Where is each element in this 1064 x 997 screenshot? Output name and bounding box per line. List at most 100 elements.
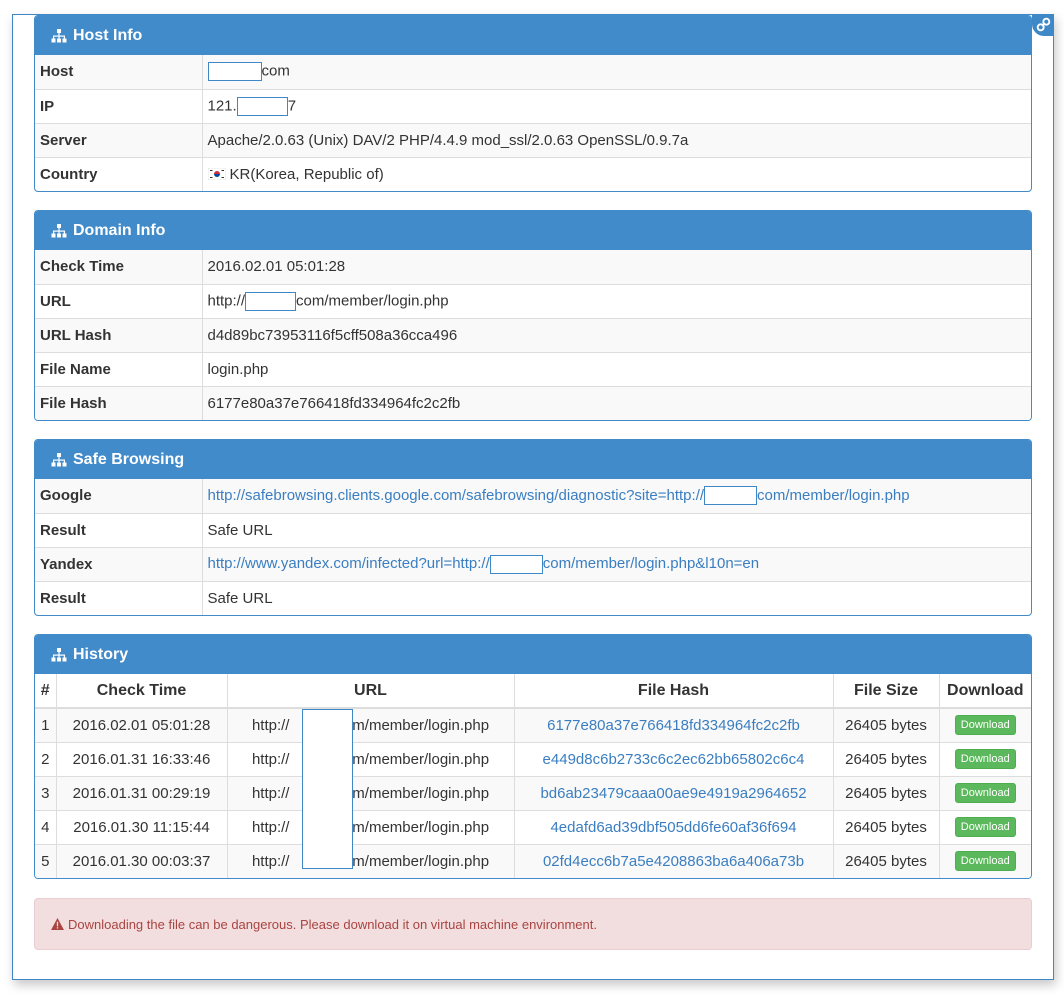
download-button[interactable]: Download — [954, 783, 1016, 803]
table-row: 4 2016.01.30 11:15:44 http:// com/member/… — [35, 809, 1031, 844]
url-prefix: http:// — [251, 852, 290, 870]
server-label: Server — [35, 122, 203, 157]
row-number: 2 — [35, 741, 56, 776]
table-row: Check Time 2016.02.01 05:01:28 — [35, 250, 1031, 284]
table-row: Server Apache/2.0.63 (Unix) DAV/2 PHP/4.… — [35, 122, 1031, 157]
google-result-label: Result — [35, 512, 203, 547]
row-file-size: 26405 bytes — [832, 707, 939, 742]
row-check-time: 2016.01.31 16:33:46 — [55, 741, 227, 776]
domain-info-table: Check Time 2016.02.01 05:01:28 URL http:… — [35, 250, 1031, 420]
history-header-row: # Check Time URL File Hash File Size Dow… — [35, 674, 1031, 709]
row-file-hash: 6177e80a37e766418fd334964fc2c2fb — [513, 707, 833, 742]
google-link-suffix: com/member/login.php — [757, 486, 910, 504]
file-hash-link[interactable]: e449d8c6b2733c6c2ec62bb65802c6c4 — [543, 751, 805, 768]
host-info-panel: Host Info Host com IP 121. 7 Server Apach… — [34, 15, 1032, 192]
file-hash-link[interactable]: 02fd4ecc6b7a5e4208863ba6a406a73b — [543, 853, 804, 870]
host-suffix: com — [261, 62, 290, 80]
row-check-time: 2016.02.01 05:01:28 — [55, 707, 227, 742]
domain-info-title: Domain Info — [73, 221, 166, 239]
sitemap-icon — [51, 452, 67, 466]
row-url: http:// com/member/login.php — [226, 809, 514, 844]
safe-browsing-panel: Safe Browsing Google http://safebrowsing… — [34, 439, 1032, 616]
table-row: Yandex http://www.yandex.com/infected?ur… — [35, 546, 1031, 581]
row-download: Download — [938, 707, 1031, 742]
row-check-time: 2016.01.31 00:29:19 — [55, 775, 227, 810]
url-prefix: http:// — [207, 291, 246, 309]
col-number: # — [35, 674, 56, 709]
download-button[interactable]: Download — [954, 851, 1016, 872]
download-button[interactable]: Download — [954, 817, 1016, 837]
check-time-value: 2016.02.01 05:01:28 — [202, 250, 1031, 284]
file-hash-label: File Hash — [35, 385, 203, 420]
safe-browsing-table: Google http://safebrowsing.clients.googl… — [35, 479, 1031, 615]
sitemap-icon — [51, 223, 67, 237]
sitemap-icon — [51, 28, 67, 42]
col-url: URL — [226, 674, 514, 709]
row-number: 1 — [35, 707, 56, 742]
col-file-hash: File Hash — [513, 674, 833, 709]
file-hash-link[interactable]: 6177e80a37e766418fd334964fc2c2fb — [547, 717, 800, 734]
link-icon — [1036, 17, 1051, 32]
url-suffix: com/member/login.php — [336, 784, 490, 802]
country-text: KR(Korea, Republic of) — [229, 165, 384, 183]
row-file-hash: bd6ab23479caaa00ae9e4919a2964652 — [513, 775, 833, 810]
url-suffix: com/member/login.php — [296, 291, 449, 309]
url-prefix: http:// — [251, 818, 290, 836]
row-file-size: 26405 bytes — [832, 843, 939, 878]
table-row: File Hash 6177e80a37e766418fd334964fc2c2… — [35, 385, 1031, 420]
col-download: Download — [938, 674, 1031, 709]
ip-prefix: 121. — [207, 96, 237, 114]
url-prefix: http:// — [251, 750, 290, 768]
row-file-hash: 4edafd6ad39dbf505dd6fe60af36f694 — [513, 809, 833, 844]
table-row: Country KR(Korea, Republic of) — [35, 156, 1031, 191]
redacted-box — [489, 554, 543, 574]
table-row: 5 2016.01.30 00:03:37 http:// com/member/… — [35, 843, 1031, 878]
file-name-label: File Name — [35, 351, 203, 386]
host-info-title: Host Info — [73, 26, 143, 44]
row-url: http:// com/member/login.php — [226, 775, 514, 810]
url-hash-label: URL Hash — [35, 317, 203, 352]
history-panel: History # Check Time URL File Hash File … — [34, 634, 1032, 879]
file-hash-link[interactable]: 4edafd6ad39dbf505dd6fe60af36f694 — [550, 819, 796, 836]
host-info-heading: Host Info — [35, 16, 1031, 55]
table-row: URL Hash d4d89bc73953116f5cff508a36cca49… — [35, 317, 1031, 352]
table-row: Host com — [35, 55, 1031, 89]
yandex-result-value: Safe URL — [202, 580, 1031, 615]
row-url: http:// com/member/login.php — [226, 741, 514, 776]
report-window: Host Info Host com IP 121. 7 Server Apach… — [12, 14, 1054, 980]
url-hash-value: d4d89bc73953116f5cff508a36cca496 — [202, 317, 1031, 352]
row-file-size: 26405 bytes — [832, 775, 939, 810]
table-row: URL http:// com/member/login.php — [35, 283, 1031, 318]
row-url: http:// com/member/login.php — [226, 843, 514, 878]
safe-browsing-heading: Safe Browsing — [35, 440, 1031, 479]
file-hash-link[interactable]: bd6ab23479caaa00ae9e4919a2964652 — [540, 785, 806, 802]
yandex-link-prefix: http://www.yandex.com/infected?url=http:… — [207, 554, 490, 572]
col-check-time: Check Time — [55, 674, 227, 709]
server-value: Apache/2.0.63 (Unix) DAV/2 PHP/4.4.9 mod… — [202, 122, 1031, 157]
row-number: 3 — [35, 775, 56, 810]
ip-suffix: 7 — [287, 96, 297, 114]
url-suffix: com/member/login.php — [336, 818, 490, 836]
domain-info-heading: Domain Info — [35, 211, 1031, 250]
ip-value: 121. 7 — [202, 88, 1031, 123]
row-download: Download — [938, 741, 1031, 776]
corner-link-button[interactable] — [1032, 14, 1054, 36]
table-row: 2 2016.01.31 16:33:46 http:// com/member/… — [35, 741, 1031, 776]
row-download: Download — [938, 775, 1031, 810]
table-row: 3 2016.01.31 00:29:19 http:// com/member/… — [35, 775, 1031, 810]
table-row: File Name login.php — [35, 351, 1031, 386]
download-button[interactable]: Download — [954, 715, 1016, 736]
row-number: 5 — [35, 843, 56, 878]
table-row: Result Safe URL — [35, 580, 1031, 615]
url-suffix: com/member/login.php — [336, 750, 490, 768]
alert-text: Downloading the file can be dangerous. P… — [68, 916, 597, 932]
redacted-box — [245, 291, 297, 311]
yandex-infected-link[interactable]: http://www.yandex.com/infected?url=http:… — [207, 554, 760, 574]
yandex-link-suffix: com/member/login.php&l10n=en — [542, 554, 760, 572]
safe-browsing-title: Safe Browsing — [73, 450, 185, 468]
google-safebrowsing-link[interactable]: http://safebrowsing.clients.google.com/s… — [208, 486, 910, 506]
row-file-size: 26405 bytes — [832, 741, 939, 776]
download-button[interactable]: Download — [954, 749, 1016, 769]
row-check-time: 2016.01.30 11:15:44 — [55, 809, 227, 844]
history-heading: History — [35, 635, 1031, 674]
